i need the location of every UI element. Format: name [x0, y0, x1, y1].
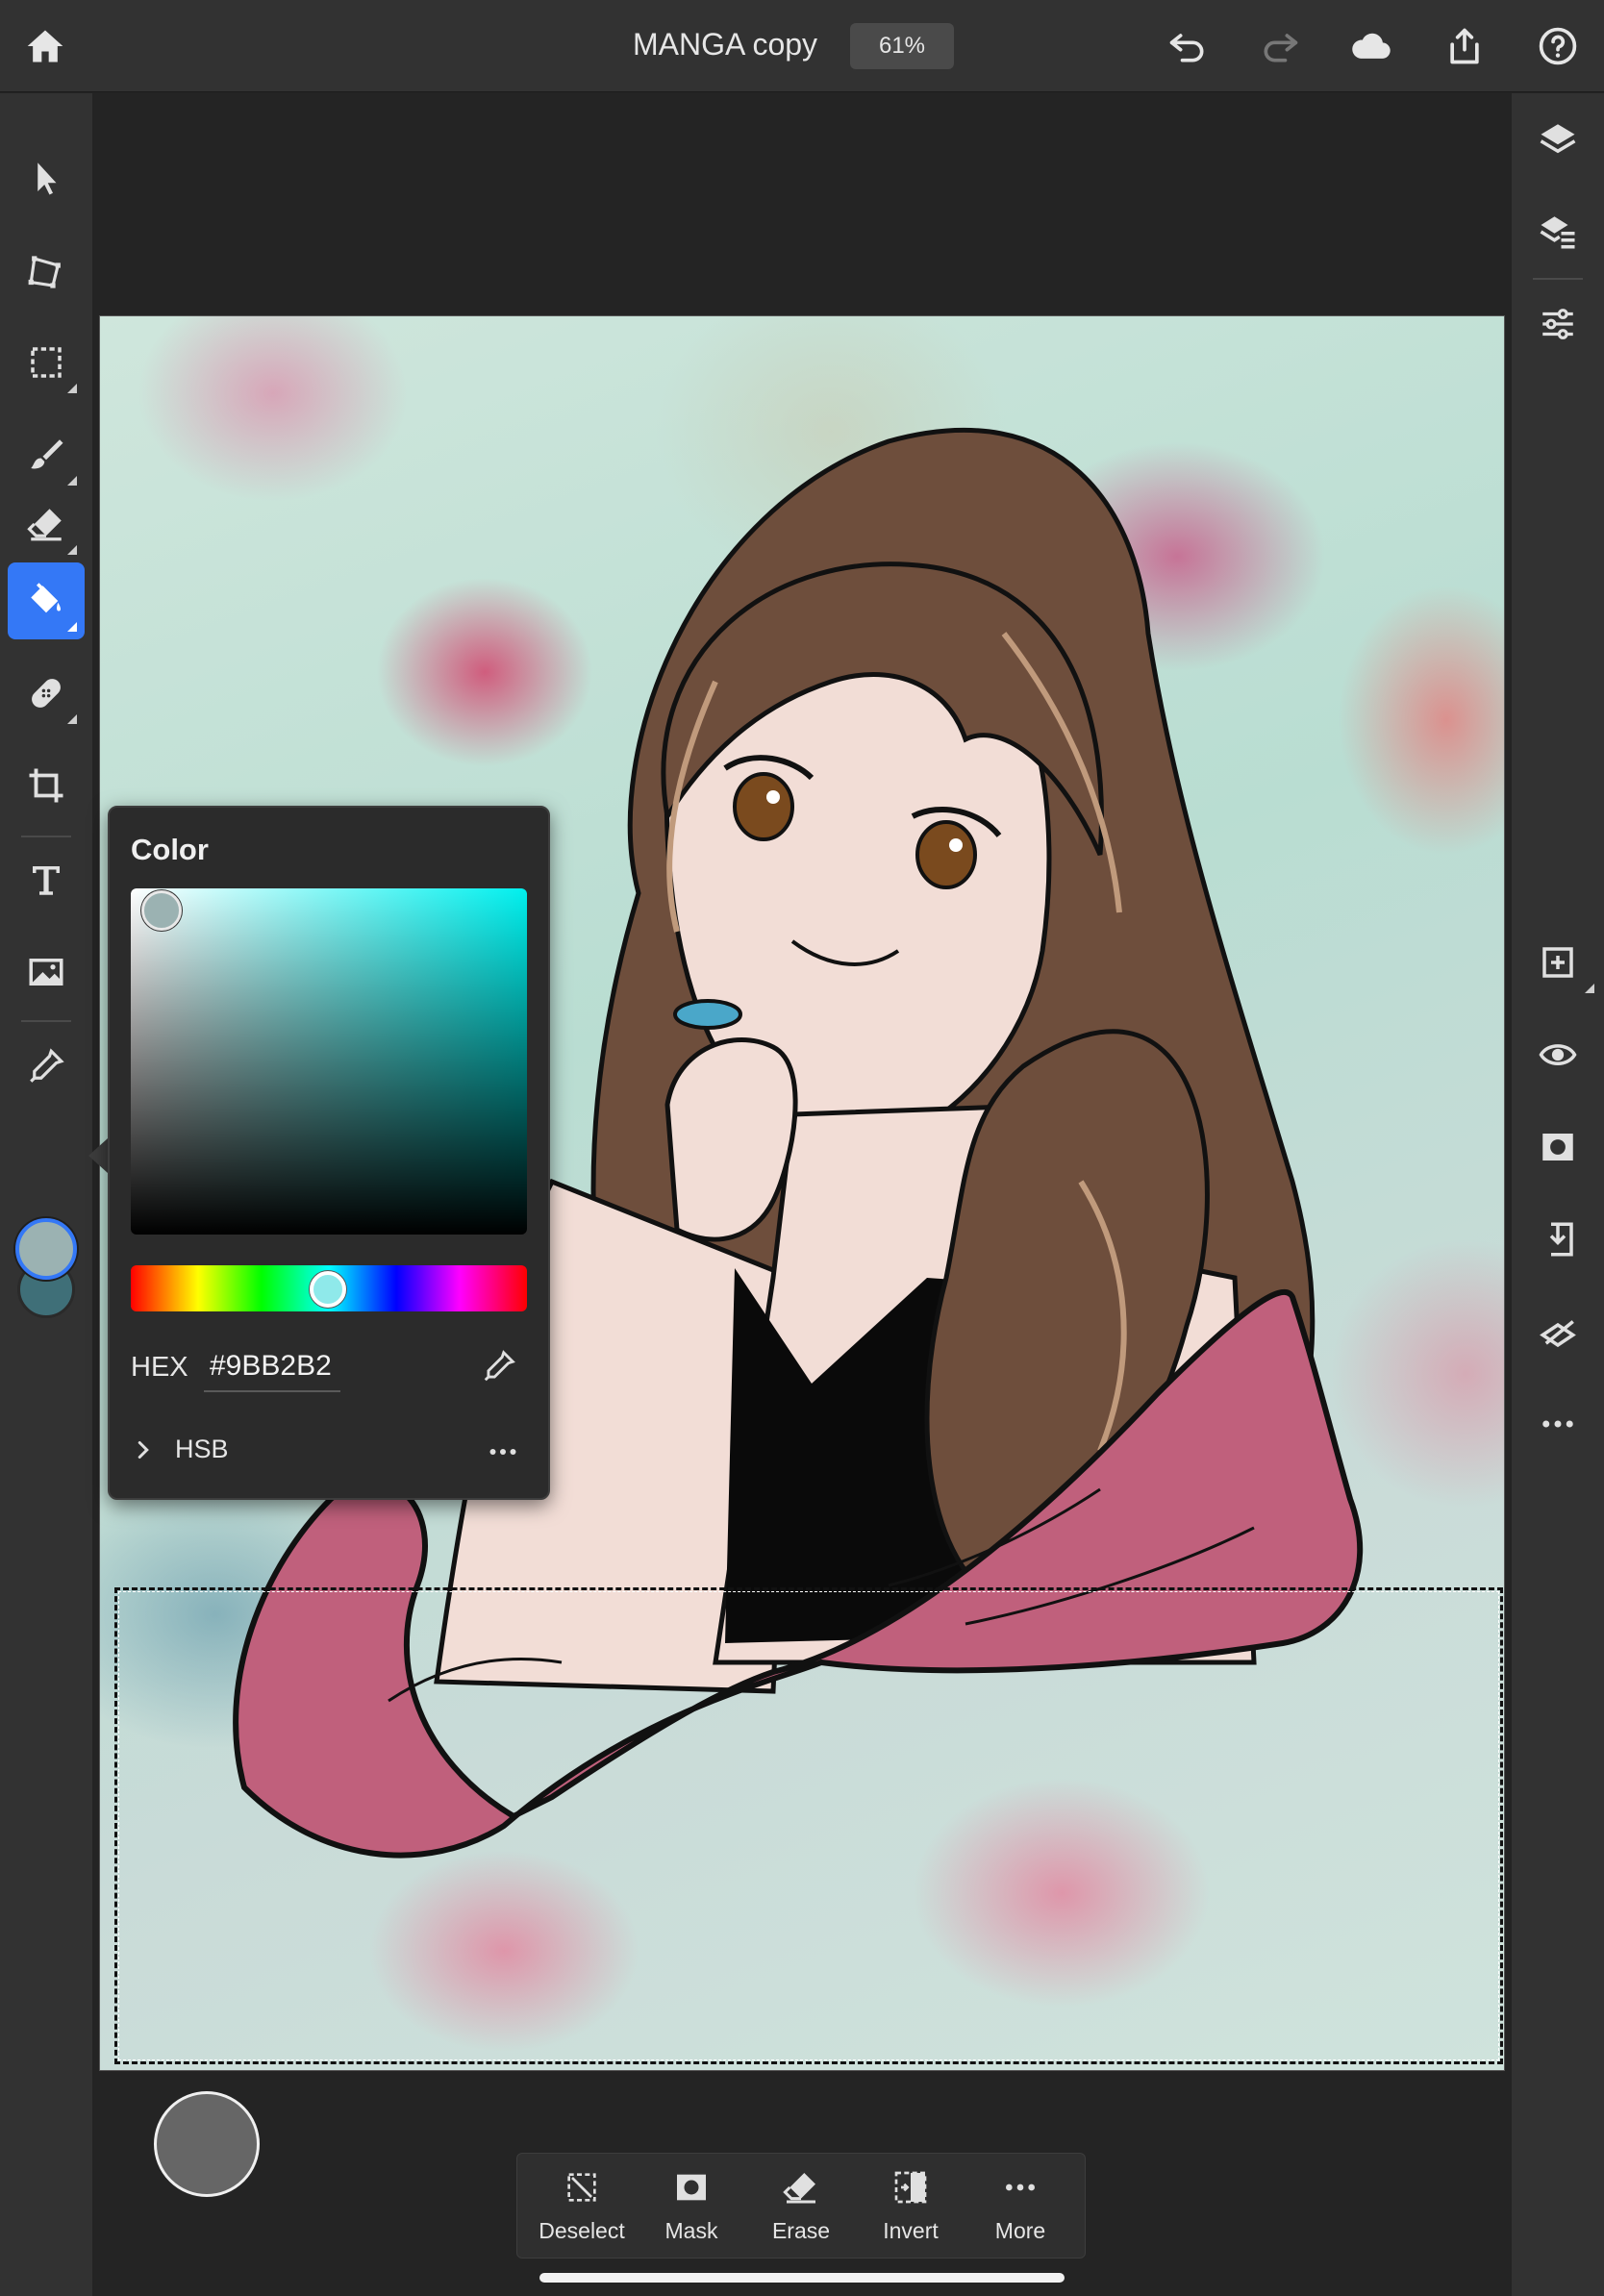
eyedropper-icon — [30, 1048, 64, 1083]
transform-tool[interactable] — [8, 234, 85, 311]
mask-button[interactable] — [1525, 1114, 1591, 1180]
crop-tool[interactable] — [8, 747, 85, 824]
marquee-icon — [31, 347, 62, 378]
hue-slider-handle[interactable] — [310, 1271, 346, 1308]
layer-properties-button[interactable] — [1525, 199, 1591, 264]
adjustments-button[interactable] — [1525, 291, 1591, 357]
color-popover: Color HEX HSB — [108, 806, 550, 1500]
popover-pointer — [88, 1138, 108, 1173]
primary-color-swatch[interactable] — [15, 1218, 77, 1280]
layers-icon — [1540, 124, 1576, 154]
visibility-button[interactable] — [1525, 1022, 1591, 1087]
saturation-brightness-field[interactable] — [131, 888, 527, 1235]
layer-details-icon — [1540, 216, 1575, 249]
fill-tool[interactable] — [8, 562, 85, 639]
hsb-expand-toggle[interactable]: HSB — [129, 1435, 229, 1464]
clear-button[interactable] — [1525, 1299, 1591, 1364]
erase-button[interactable]: Erase — [749, 2168, 853, 2244]
hex-label: HEX — [131, 1352, 188, 1383]
paint-bucket-icon — [31, 583, 61, 613]
place-image-tool[interactable] — [8, 934, 85, 1011]
chevron-right-icon — [138, 1440, 149, 1459]
redo-icon[interactable] — [1251, 17, 1309, 75]
popover-title: Color — [131, 833, 209, 866]
share-icon[interactable] — [1436, 17, 1493, 75]
eraser-icon — [27, 509, 62, 541]
more-options-button[interactable] — [1525, 1391, 1591, 1457]
color-more-button[interactable] — [479, 1433, 527, 1471]
brush-size-preview[interactable] — [154, 2091, 260, 2197]
mask-icon — [677, 2174, 706, 2200]
sliders-icon — [1542, 309, 1573, 339]
more-icon — [1006, 2184, 1035, 2190]
import-button[interactable] — [1525, 1207, 1591, 1272]
heal-tool[interactable] — [8, 655, 85, 732]
crop-icon — [29, 768, 63, 803]
transform-icon — [28, 256, 61, 288]
contextual-task-bar: Deselect Mask Erase Invert More — [516, 2153, 1086, 2259]
more-task-button[interactable]: More — [968, 2168, 1072, 2244]
top-bar: MANGA copy 61% — [0, 0, 1604, 92]
invert-selection-icon — [894, 2171, 927, 2203]
cloud-icon[interactable] — [1342, 17, 1400, 75]
undo-icon[interactable] — [1159, 17, 1216, 75]
select-tool[interactable] — [8, 139, 85, 216]
zoom-level[interactable]: 61% — [850, 23, 954, 69]
eraser-icon — [783, 2172, 815, 2203]
more-icon — [489, 1449, 516, 1455]
home-indicator[interactable] — [539, 2273, 1065, 2283]
add-layer-icon — [1542, 947, 1573, 978]
brush-icon — [31, 439, 63, 469]
eyedropper-icon — [484, 1350, 515, 1382]
selection-marquee[interactable] — [114, 1587, 1503, 2064]
layers-button[interactable] — [1525, 107, 1591, 172]
invert-button[interactable]: Invert — [859, 2168, 963, 2244]
mask-icon — [1542, 1134, 1573, 1160]
hex-value-field[interactable] — [204, 1342, 340, 1392]
eraser-tool[interactable] — [8, 486, 85, 562]
help-icon[interactable] — [1529, 17, 1587, 75]
text-icon — [33, 866, 60, 895]
type-tool[interactable] — [8, 841, 85, 918]
saturation-brightness-handle[interactable] — [141, 890, 182, 931]
clear-icon — [1540, 1320, 1576, 1348]
image-icon — [29, 959, 63, 986]
hex-eyedropper-button[interactable] — [475, 1342, 523, 1390]
more-icon — [1542, 1420, 1573, 1428]
add-layer-button[interactable] — [1525, 930, 1594, 995]
bandage-icon — [32, 679, 61, 708]
eye-icon — [1539, 1044, 1577, 1065]
submenu-corner-icon — [67, 384, 77, 393]
selection-tool[interactable] — [8, 324, 85, 401]
brush-tool[interactable] — [8, 416, 85, 493]
hsb-label: HSB — [175, 1435, 229, 1463]
left-toolbar — [0, 93, 92, 2296]
eyedropper-tool[interactable] — [8, 1028, 85, 1105]
import-icon — [1549, 1222, 1573, 1257]
deselect-icon — [567, 2172, 596, 2202]
right-panel — [1512, 93, 1604, 2296]
deselect-button[interactable]: Deselect — [530, 2168, 634, 2244]
arrow-pointer-icon — [38, 162, 57, 195]
mask-task-button[interactable]: Mask — [639, 2168, 743, 2244]
